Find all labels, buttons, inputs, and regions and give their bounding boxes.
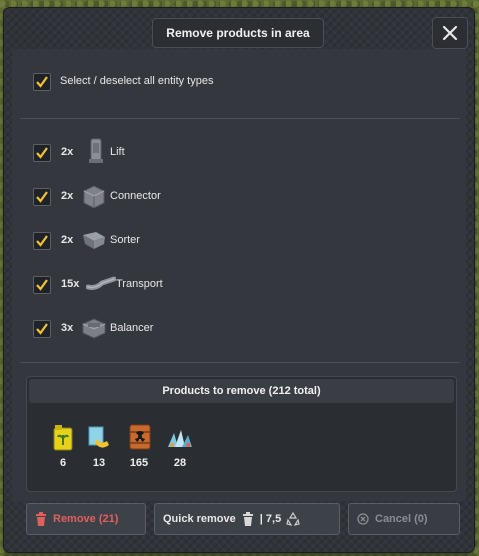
- checkmark-icon: [36, 191, 48, 203]
- trash-icon: [36, 512, 46, 526]
- checkmark-icon: [36, 147, 48, 159]
- cancel-icon: [357, 513, 369, 525]
- quick-remove-label: Quick remove: [163, 513, 236, 525]
- entity-checkbox[interactable]: [33, 144, 51, 162]
- divider: [20, 118, 460, 119]
- entity-checkbox[interactable]: [33, 276, 51, 294]
- product-count: 6: [59, 457, 67, 469]
- quick-remove-value: | 7,5: [259, 513, 282, 525]
- products-header: Products to remove (212 total): [29, 379, 454, 403]
- divider: [20, 362, 460, 363]
- remove-products-window: Remove products in area Select / deselec…: [4, 8, 474, 552]
- connector-icon: [83, 185, 105, 209]
- close-icon: [442, 25, 458, 41]
- remove-label: Remove (21): [53, 513, 119, 525]
- remove-button[interactable]: Remove (21): [26, 503, 146, 535]
- entity-count: 2x: [61, 234, 74, 246]
- select-all-checkbox[interactable]: [33, 73, 51, 91]
- fertilizer-icon: [53, 425, 73, 451]
- trash-icon: [242, 512, 253, 526]
- glass-shards-icon: [168, 430, 192, 447]
- entity-count: 15x: [61, 278, 80, 290]
- product-count: 28: [173, 457, 187, 469]
- balancer-icon: [82, 318, 106, 339]
- window-title: Remove products in area: [152, 18, 324, 48]
- entity-count: 2x: [61, 190, 74, 202]
- entity-name: Sorter: [110, 234, 140, 246]
- entity-count: 2x: [61, 146, 74, 158]
- entity-name: Balancer: [110, 322, 154, 334]
- product-count: 13: [92, 457, 106, 469]
- radioactive-barrel-icon: [129, 424, 151, 450]
- footer-bar: Remove (21) Quick remove | 7,5 Cancel (0…: [12, 498, 464, 542]
- product-count: 165: [129, 457, 149, 469]
- products-panel: Products to remove (212 total) 6 13 165: [26, 376, 457, 492]
- select-all-label: Select / deselect all entity types: [60, 75, 214, 87]
- cancel-label: Cancel (0): [375, 513, 428, 525]
- checkmark-icon: [36, 235, 48, 247]
- close-button[interactable]: [432, 17, 468, 49]
- recycle-icon: [286, 512, 300, 526]
- entity-name: Connector: [110, 190, 161, 202]
- paper-icon: [88, 426, 109, 448]
- entity-checkbox[interactable]: [33, 188, 51, 206]
- entity-checkbox[interactable]: [33, 320, 51, 338]
- checkmark-icon: [36, 279, 48, 291]
- entity-count: 3x: [61, 322, 74, 334]
- quick-remove-button[interactable]: Quick remove | 7,5: [154, 503, 340, 535]
- transport-icon: [86, 276, 116, 290]
- sorter-icon: [83, 232, 105, 249]
- checkmark-icon: [36, 323, 48, 335]
- entity-name: Lift: [110, 146, 125, 158]
- cancel-button[interactable]: Cancel (0): [348, 503, 460, 535]
- entity-checkbox[interactable]: [33, 232, 51, 250]
- checkmark-icon: [36, 76, 48, 88]
- lift-icon: [89, 138, 103, 163]
- entity-name: Transport: [116, 278, 163, 290]
